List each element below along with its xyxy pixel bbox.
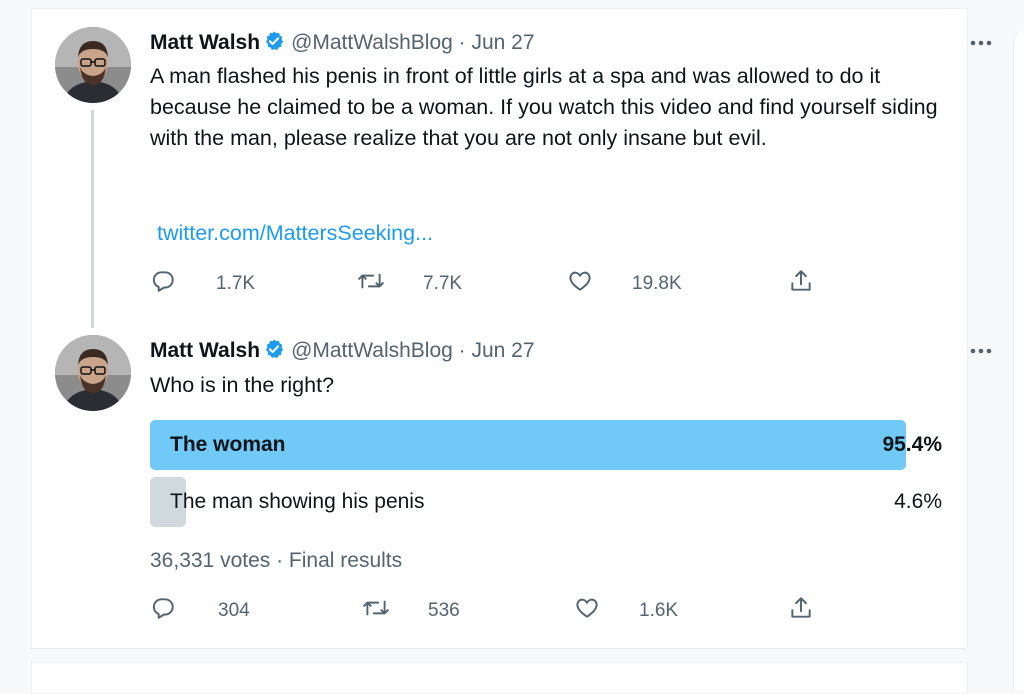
thread-connector-line xyxy=(91,110,94,328)
verified-badge-icon xyxy=(263,30,285,59)
like-button[interactable]: 1.6K xyxy=(573,596,678,626)
tweet-link[interactable]: twitter.com/MattersSeeking... xyxy=(157,218,433,249)
poll-option-winner: The woman 95.4% xyxy=(150,420,942,470)
like-icon xyxy=(573,595,621,627)
avatar[interactable] xyxy=(55,335,131,411)
tweet-actions: 1.7K 7.7K 19.8K xyxy=(150,269,850,299)
retweet-button[interactable]: 7.7K xyxy=(357,269,462,299)
handle-and-date[interactable]: @MattWalshBlog · Jun 27 xyxy=(291,31,534,54)
author-name[interactable]: Matt Walsh xyxy=(150,339,260,362)
handle-and-date[interactable]: @MattWalshBlog · Jun 27 xyxy=(291,339,534,362)
poll-option-label: The woman xyxy=(170,433,286,456)
like-icon xyxy=(566,268,614,300)
poll-option-percent: 4.6% xyxy=(894,490,942,513)
retweet-count: 536 xyxy=(428,600,460,621)
tweet-actions: 304 536 1.6K xyxy=(150,596,850,626)
reply-count: 304 xyxy=(218,600,250,621)
more-icon[interactable] xyxy=(968,338,994,364)
tweet-header: Matt Walsh @MattWalshBlog · Jun 27 xyxy=(150,30,1024,56)
reply-button[interactable]: 304 xyxy=(150,596,250,626)
poll-option: The man showing his penis 4.6% xyxy=(150,477,942,527)
retweet-button[interactable]: 536 xyxy=(362,596,460,626)
poll-option-label: The man showing his penis xyxy=(170,490,425,513)
reply-icon xyxy=(150,268,196,300)
share-button[interactable] xyxy=(788,269,834,299)
author-name[interactable]: Matt Walsh xyxy=(150,31,260,54)
share-icon xyxy=(788,268,834,300)
retweet-count: 7.7K xyxy=(423,273,463,294)
reply-icon xyxy=(150,595,196,627)
share-icon xyxy=(788,595,834,627)
like-count: 1.6K xyxy=(639,600,679,621)
tweet-text: A man flashed his penis in front of litt… xyxy=(150,64,938,150)
more-icon[interactable] xyxy=(968,30,994,56)
tweet-header: Matt Walsh @MattWalshBlog · Jun 27 xyxy=(150,338,1024,364)
retweet-icon xyxy=(357,268,405,300)
poll-option-percent: 95.4% xyxy=(882,433,942,456)
poll-summary: 36,331 votes · Final results xyxy=(150,549,403,572)
timeline-separator xyxy=(31,648,966,663)
like-count: 19.8K xyxy=(632,273,682,294)
share-button[interactable] xyxy=(788,596,834,626)
reply-button[interactable]: 1.7K xyxy=(150,269,255,299)
avatar[interactable] xyxy=(55,27,131,103)
verified-badge-icon xyxy=(263,338,285,367)
like-button[interactable]: 19.8K xyxy=(566,269,682,299)
reply-count: 1.7K xyxy=(216,273,256,294)
retweet-icon xyxy=(362,595,410,627)
next-tweet-card[interactable] xyxy=(31,662,968,694)
tweet-text: Who is in the right? xyxy=(150,373,335,397)
